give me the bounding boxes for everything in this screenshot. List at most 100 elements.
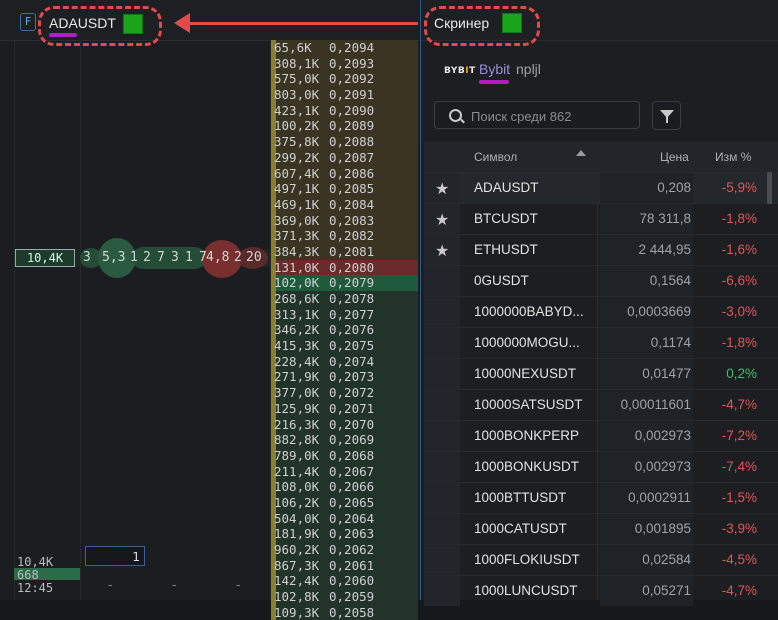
table-row[interactable]: 10000NEXUSDT 0,01477 0,2% [424,358,778,389]
filter-button[interactable] [652,101,681,130]
trade-bubble-label: 2 [234,250,242,265]
ladder-row[interactable]: 469,1K 0,2084 [271,196,418,213]
favorite-cell[interactable]: ★ [424,235,460,265]
favorite-cell[interactable]: ★ [424,173,460,203]
ladder-row[interactable]: 228,4K 0,2074 [271,353,418,370]
favorite-cell[interactable] [424,514,460,544]
ladder-row[interactable]: 268,6K 0,2078 [271,291,418,307]
row-change: -4,5% [721,552,757,567]
row-symbol: 1000LUNCUSDT [474,583,578,598]
ladder-row[interactable]: 375,8K 0,2088 [271,134,418,150]
ladder-row[interactable]: 369,0K 0,2083 [271,212,418,229]
table-row[interactable]: 1000BONKPERP 0,002973 -7,2% [424,420,778,451]
ladder-row[interactable]: 882,8K 0,2069 [271,432,418,448]
search-input[interactable] [469,105,638,127]
ladder-row[interactable]: 65,6K 0,2094 [271,40,418,56]
ladder-row[interactable]: 100,2K 0,2089 [271,118,418,135]
trade-bubble-label: 5,3 [102,250,126,265]
ladder-price: 0,2065 [329,494,375,510]
favorite-toggle-button[interactable]: F [20,13,36,31]
table-row[interactable]: 10000SATSUSDT 0,00011601 -4,7% [424,389,778,420]
ladder-row[interactable]: 371,3K 0,2082 [271,228,418,244]
table-row[interactable]: ★ BTCUSDT 78 311,8 -1,8% [424,203,778,234]
table-row[interactable]: 1000000BABYD... 0,0003669 -3,0% [424,296,778,327]
table-row[interactable]: 1000CATUSDT 0,001895 -3,9% [424,513,778,544]
ladder-price: 0,2059 [329,589,375,605]
ladder-volume: 789,0K [274,447,320,463]
favorite-cell[interactable] [424,483,460,513]
ladder-row[interactable]: 504,0K 0,2064 [271,510,418,527]
ladder-row[interactable]: 497,1K 0,2085 [271,181,418,197]
favorite-cell[interactable] [424,297,460,327]
ladder-row[interactable]: 102,0K 0,2079 [271,275,418,291]
favorite-cell[interactable] [424,545,460,575]
table-row[interactable]: ★ ADAUSDT 0,208 -5,9% [424,172,778,203]
logo-part: BYB [444,66,466,76]
ladder-volume: 377,0K [274,385,320,401]
favorite-cell[interactable] [424,452,460,482]
ladder-row[interactable]: 102,8K 0,2059 [271,589,418,605]
favorite-cell[interactable] [424,576,460,606]
ladder-row[interactable]: 181,9K 0,2063 [271,526,418,542]
ladder-volume: 142,4K [274,573,320,589]
ladder-row[interactable]: 789,0K 0,2068 [271,447,418,464]
ladder-row[interactable]: 575,0K 0,2092 [271,71,418,88]
table-row[interactable]: 1000000MOGU... 0,1174 -1,8% [424,327,778,358]
ladder-price: 0,2061 [329,557,375,573]
column-header-change[interactable]: Изм % [715,150,751,164]
favorite-cell[interactable] [424,390,460,420]
price-ladder[interactable]: 65,6K 0,2094 308,1K 0,2093 575,0K 0,2092 803,0… [271,40,418,620]
search-box[interactable] [434,101,640,129]
ladder-row[interactable]: 867,3K 0,2061 [271,557,418,574]
star-icon[interactable]: ★ [435,241,449,261]
column-header-symbol[interactable]: Символ [474,150,517,164]
order-qty-input[interactable]: 1 [85,546,145,566]
ladder-row[interactable]: 377,0K 0,2072 [271,385,418,401]
favorite-cell[interactable] [424,266,460,296]
scrollbar-thumb[interactable] [767,172,772,204]
ladder-row[interactable]: 313,1K 0,2077 [271,306,418,323]
table-row[interactable]: 1000BONKUSDT 0,002973 -7,4% [424,451,778,482]
ladder-volume: 181,9K [274,526,320,542]
table-row[interactable]: 1000LUNCUSDT 0,05271 -4,7% [424,575,778,606]
dom-panel: F ADAUSDT 10,4K 3 5,3 1 2 7 3 1 7 4,8 2 … [0,0,420,620]
ladder-row[interactable]: 125,9K 0,2071 [271,400,418,417]
table-header: Символ Цена Изм % [424,142,778,172]
table-row[interactable]: 1000BTTUSDT 0,0002911 -1,5% [424,482,778,513]
column-header-price[interactable]: Цена [660,150,689,164]
ladder-row[interactable]: 960,2K 0,2062 [271,542,418,558]
table-row[interactable]: 1000FLOKIUSDT 0,02584 -4,5% [424,544,778,575]
ladder-row[interactable]: 308,1K 0,2093 [271,55,418,72]
ladder-row[interactable]: 415,3K 0,2075 [271,338,418,354]
ladder-row[interactable]: 271,9K 0,2073 [271,369,418,386]
favorite-cell[interactable] [424,328,460,358]
row-price: 0,1174 [650,335,691,350]
ladder-price: 0,2066 [329,479,375,495]
ladder-row[interactable]: 607,4K 0,2086 [271,165,418,182]
sort-ascending-icon[interactable] [576,150,586,156]
row-symbol: 1000BONKPERP [474,428,580,443]
row-change: -3,9% [721,521,757,536]
ladder-row[interactable]: 142,4K 0,2060 [271,573,418,590]
ladder-row[interactable]: 131,0K 0,2080 [271,259,418,276]
ladder-row[interactable]: 106,2K 0,2065 [271,494,418,511]
ladder-row[interactable]: 216,3K 0,2070 [271,416,418,433]
ladder-row[interactable]: 346,2K 0,2076 [271,322,418,339]
ladder-row[interactable]: 803,0K 0,2091 [271,87,418,103]
favorite-cell[interactable] [424,359,460,389]
row-price: 0,00011601 [620,397,691,412]
row-symbol: 1000FLOKIUSDT [474,552,580,567]
favorite-cell[interactable]: ★ [424,204,460,234]
ladder-row[interactable]: 109,3K 0,2058 [271,604,418,620]
ladder-row[interactable]: 384,3K 0,2081 [271,243,418,260]
ladder-row[interactable]: 423,1K 0,2090 [271,102,418,119]
ladder-row[interactable]: 108,0K 0,2066 [271,479,418,495]
favorite-cell[interactable] [424,421,460,451]
star-icon[interactable]: ★ [435,179,449,199]
ladder-row[interactable]: 299,2K 0,2087 [271,149,418,166]
exchange-name[interactable]: Bybit [479,61,510,77]
table-row[interactable]: ★ ETHUSDT 2 444,95 -1,6% [424,234,778,265]
star-icon[interactable]: ★ [435,210,449,230]
table-row[interactable]: 0GUSDT 0,1564 -6,6% [424,265,778,296]
ladder-row[interactable]: 211,4K 0,2067 [271,463,418,480]
